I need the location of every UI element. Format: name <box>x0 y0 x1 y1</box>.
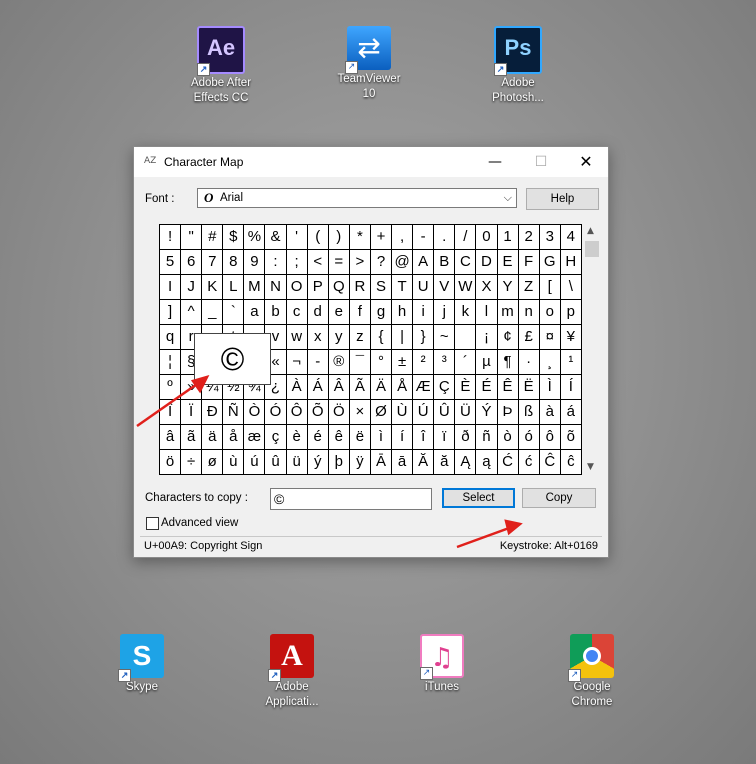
arrow-to-copy-head <box>504 519 523 536</box>
arrow-to-copy <box>456 525 513 549</box>
arrow-to-preview-head <box>190 375 210 394</box>
arrow-to-preview <box>136 380 201 428</box>
annotation-arrows <box>136 375 523 549</box>
